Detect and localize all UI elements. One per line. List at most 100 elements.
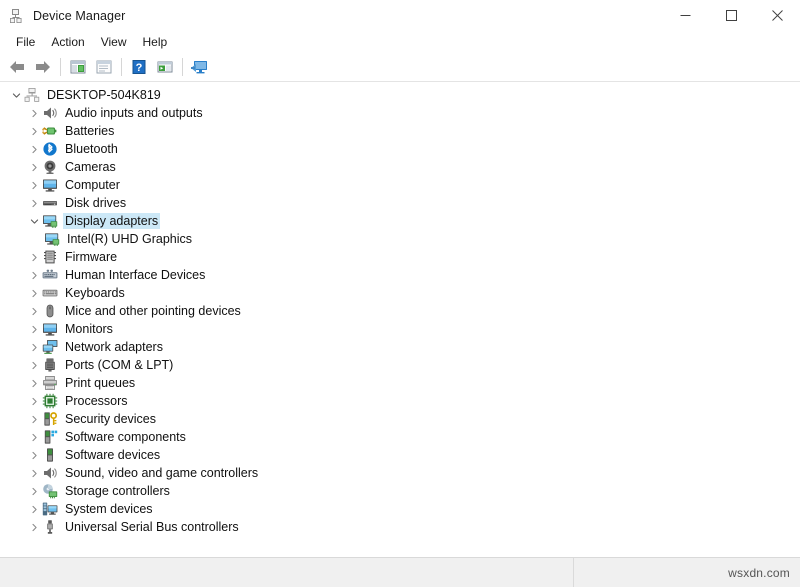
chevron-right-icon[interactable] [26,410,42,428]
chevron-right-icon[interactable] [26,266,42,284]
chevron-right-icon[interactable] [26,500,42,518]
tree-row[interactable]: Software components [0,428,800,446]
toolbar-separator-3 [182,58,183,76]
chevron-right-icon[interactable] [26,356,42,374]
maximize-icon[interactable] [708,0,754,31]
storage-controller-icon [42,483,58,499]
chevron-right-icon[interactable] [26,338,42,356]
tree-row-label: System devices [63,501,155,517]
tree-row[interactable]: Sound, video and game controllers [0,464,800,482]
tree-row[interactable]: Processors [0,392,800,410]
software-device-icon [42,447,58,463]
tree-row[interactable]: Computer [0,176,800,194]
tree-row[interactable]: Display adapters [0,212,800,230]
chevron-right-icon[interactable] [26,428,42,446]
firmware-icon [42,249,58,265]
tree-row-label: Processors [63,393,130,409]
tree-row-label: Monitors [63,321,115,337]
tree-row-label: Ports (COM & LPT) [63,357,175,373]
tree-row[interactable]: Mice and other pointing devices [0,302,800,320]
tree-row[interactable]: Print queues [0,374,800,392]
tree-row[interactable]: System devices [0,500,800,518]
back-icon[interactable] [4,55,30,79]
tree-row-label: Software devices [63,447,162,463]
tree-row-label: Mice and other pointing devices [63,303,243,319]
chevron-right-icon[interactable] [26,176,42,194]
minimize-icon[interactable] [662,0,708,31]
tree-row[interactable]: Cameras [0,158,800,176]
update-driver-icon[interactable] [152,55,178,79]
chevron-right-icon[interactable] [26,464,42,482]
mouse-icon [42,303,58,319]
chevron-right-icon[interactable] [26,392,42,410]
menu-view[interactable]: View [93,32,135,52]
close-icon[interactable] [754,0,800,31]
tree-row[interactable]: Ports (COM & LPT) [0,356,800,374]
monitor-icon [42,177,58,193]
disk-drive-icon [42,195,58,211]
camera-icon [42,159,58,175]
menu-file[interactable]: File [8,32,43,52]
tree-row[interactable]: Disk drives [0,194,800,212]
tree-row-label: Audio inputs and outputs [63,105,205,121]
window-title: Device Manager [33,9,125,23]
chevron-right-icon[interactable] [26,374,42,392]
tree-root-row[interactable]: DESKTOP-504K819 [0,86,800,104]
menu-help[interactable]: Help [135,32,176,52]
tree-row[interactable]: Batteries [0,122,800,140]
tree-row-label: Firmware [63,249,119,265]
help-icon[interactable]: ? [126,55,152,79]
tree-row[interactable]: Universal Serial Bus controllers [0,518,800,536]
chevron-right-icon[interactable] [26,446,42,464]
tree-row-label: Network adapters [63,339,165,355]
tree-row[interactable]: Bluetooth [0,140,800,158]
tree-row-label: DESKTOP-504K819 [45,87,163,103]
toolbar-separator-1 [60,58,61,76]
tree-row-label: Disk drives [63,195,128,211]
menu-bar: File Action View Help [0,31,800,53]
scan-for-hardware-changes-icon[interactable] [187,55,213,79]
console-tree-pane[interactable]: DESKTOP-504K819Audio inputs and outputsB… [0,82,800,558]
device-manager-window: Device Manager File Action [0,0,800,587]
chevron-right-icon[interactable] [26,320,42,338]
tree-row[interactable]: Network adapters [0,338,800,356]
tree-row[interactable]: Software devices [0,446,800,464]
display-adapter-icon [44,231,60,247]
chevron-right-icon[interactable] [26,284,42,302]
software-component-icon [42,429,58,445]
show-hide-console-tree-icon[interactable] [65,55,91,79]
tree-row[interactable]: Keyboards [0,284,800,302]
toolbar-separator-2 [121,58,122,76]
tree-row[interactable]: Human Interface Devices [0,266,800,284]
hid-icon [42,267,58,283]
printer-icon [42,375,58,391]
chevron-right-icon[interactable] [26,518,42,536]
menu-action[interactable]: Action [43,32,92,52]
tree-row[interactable]: Intel(R) UHD Graphics [0,230,800,248]
chevron-right-icon[interactable] [26,122,42,140]
display-adapter-icon [42,213,58,229]
tree-row[interactable]: Security devices [0,410,800,428]
system-device-icon [42,501,58,517]
forward-icon[interactable] [30,55,56,79]
bluetooth-icon [42,141,58,157]
chevron-right-icon[interactable] [26,104,42,122]
chevron-right-icon[interactable] [26,482,42,500]
properties-icon[interactable] [91,55,117,79]
chevron-right-icon[interactable] [26,158,42,176]
chevron-right-icon[interactable] [26,302,42,320]
chevron-right-icon[interactable] [26,140,42,158]
chevron-right-icon[interactable] [26,248,42,266]
speaker-icon [42,465,58,481]
tree-row[interactable]: Firmware [0,248,800,266]
chevron-right-icon[interactable] [26,194,42,212]
tree-row[interactable]: Monitors [0,320,800,338]
tree-row[interactable]: Storage controllers [0,482,800,500]
tree-row[interactable]: Audio inputs and outputs [0,104,800,122]
battery-icon [42,123,58,139]
chevron-down-icon[interactable] [8,86,24,104]
chevron-down-icon[interactable] [26,212,42,230]
toolbar: ? [0,53,800,82]
device-tree: DESKTOP-504K819Audio inputs and outputsB… [0,82,800,536]
tree-row-label: Keyboards [63,285,127,301]
